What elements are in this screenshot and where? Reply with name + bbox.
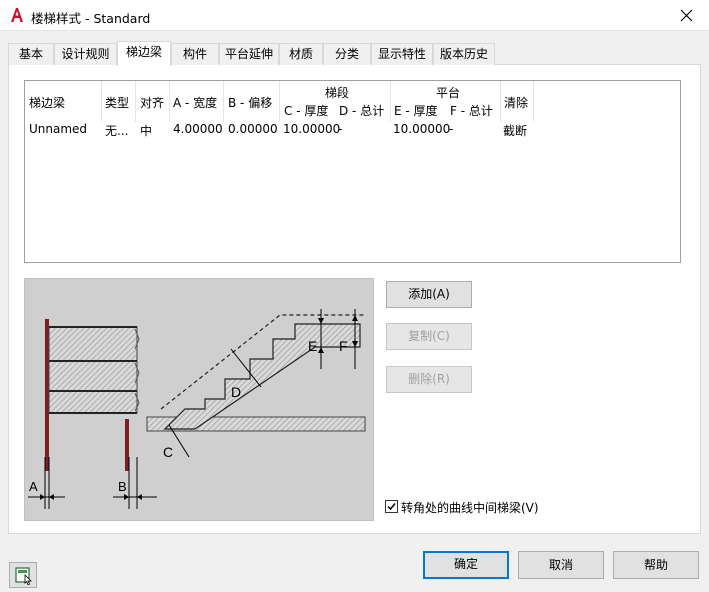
col-header-offset[interactable]: B - 偏移	[228, 94, 272, 111]
col-header-flight-total[interactable]: D - 总计	[339, 102, 384, 119]
help-button[interactable]: 帮助	[613, 551, 699, 579]
col-header-landing-total[interactable]: F - 总计	[450, 102, 493, 119]
col-header-stringer[interactable]: 梯边梁	[29, 94, 65, 111]
delete-button[interactable]: 删除(R)	[386, 366, 472, 393]
col-header-align[interactable]: 对齐	[140, 94, 164, 111]
display-manager-icon	[15, 567, 32, 586]
copy-button[interactable]: 复制(C)	[386, 323, 472, 350]
tab-classifications[interactable]: 分类	[323, 43, 371, 65]
add-button[interactable]: 添加(A)	[386, 281, 472, 308]
row-cleanup[interactable]: 截断	[503, 122, 527, 139]
close-button[interactable]	[665, 0, 709, 31]
row-stringer-name[interactable]: Unnamed	[29, 122, 87, 136]
col-group-flight: 梯段	[325, 86, 350, 100]
label-d: D	[231, 384, 241, 400]
col-header-cleanup[interactable]: 清除	[504, 94, 528, 111]
col-header-flight-thickness[interactable]: C - 厚度	[284, 102, 328, 119]
label-e: E	[308, 338, 317, 354]
tab-landing-extensions[interactable]: 平台延伸	[219, 43, 279, 65]
close-icon	[680, 9, 693, 22]
label-a: A	[29, 479, 38, 494]
row-flight-total[interactable]: -	[338, 122, 342, 136]
row-landing-total[interactable]: -	[449, 122, 453, 136]
ok-button[interactable]: 确定	[423, 551, 509, 579]
tab-materials[interactable]: 材质	[279, 43, 323, 65]
label-f: F	[339, 338, 348, 354]
checkmark-icon	[387, 503, 396, 511]
row-type[interactable]: 无...	[105, 122, 128, 139]
curved-intermediate-stringer-label: 转角处的曲线中间梯梁(V)	[401, 501, 539, 515]
col-header-width[interactable]: A - 宽度	[173, 94, 217, 111]
stair-illustration: A B E F D C	[28, 309, 366, 509]
title-bar: 楼梯样式 - Standard	[0, 0, 709, 31]
stringer-diagram: A B E F D C	[24, 278, 374, 521]
tab-basic[interactable]: 基本	[8, 43, 54, 65]
tab-display-properties[interactable]: 显示特性	[371, 43, 433, 65]
tab-version-history[interactable]: 版本历史	[433, 43, 495, 65]
tab-design-rules[interactable]: 设计规则	[54, 43, 117, 65]
label-c: C	[163, 444, 173, 460]
tab-stringers[interactable]: 梯边梁	[117, 41, 171, 66]
label-b: B	[118, 479, 127, 494]
row-align[interactable]: 中	[140, 122, 152, 139]
display-manager-button[interactable]	[9, 562, 37, 588]
col-header-type[interactable]: 类型	[105, 94, 129, 111]
row-flight-thickness[interactable]: 10.00000	[283, 122, 340, 136]
col-header-landing-thickness[interactable]: E - 厚度	[394, 102, 438, 119]
row-landing-thickness[interactable]: 10.00000	[393, 122, 450, 136]
window-title: 楼梯样式 - Standard	[31, 11, 151, 26]
autocad-a-icon	[11, 8, 23, 22]
stringer-grid[interactable]: 梯边梁 类型 对齐 A - 宽度 B - 偏移 梯段 C - 厚度 D - 总计…	[24, 80, 681, 263]
tab-components[interactable]: 构件	[171, 43, 219, 65]
cancel-button[interactable]: 取消	[518, 551, 604, 579]
curved-intermediate-stringer-checkbox[interactable]	[385, 500, 398, 513]
col-group-landing: 平台	[436, 86, 461, 100]
row-offset[interactable]: 0.00000	[228, 122, 278, 136]
row-width[interactable]: 4.00000	[173, 122, 223, 136]
